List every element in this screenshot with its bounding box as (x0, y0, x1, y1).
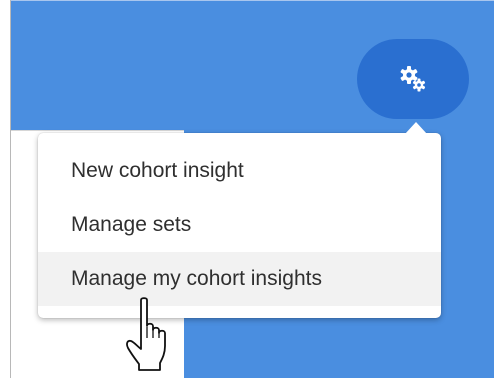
settings-button[interactable] (357, 39, 469, 119)
menu-item-manage-sets[interactable]: Manage sets (38, 198, 441, 252)
menu-item-label: Manage my cohort insights (71, 267, 322, 290)
settings-dropdown-menu: New cohort insight Manage sets Manage my… (38, 133, 441, 318)
gears-icon (398, 64, 428, 94)
app-screen: New cohort insight Manage sets Manage my… (0, 0, 494, 378)
menu-item-manage-my-cohort-insights[interactable]: Manage my cohort insights (38, 252, 441, 306)
hand-pointer-icon (124, 296, 186, 378)
dropdown-pointer (405, 122, 427, 134)
menu-item-new-cohort-insight[interactable]: New cohort insight (38, 144, 441, 198)
menu-item-label: New cohort insight (71, 159, 244, 182)
menu-item-label: Manage sets (71, 213, 192, 236)
